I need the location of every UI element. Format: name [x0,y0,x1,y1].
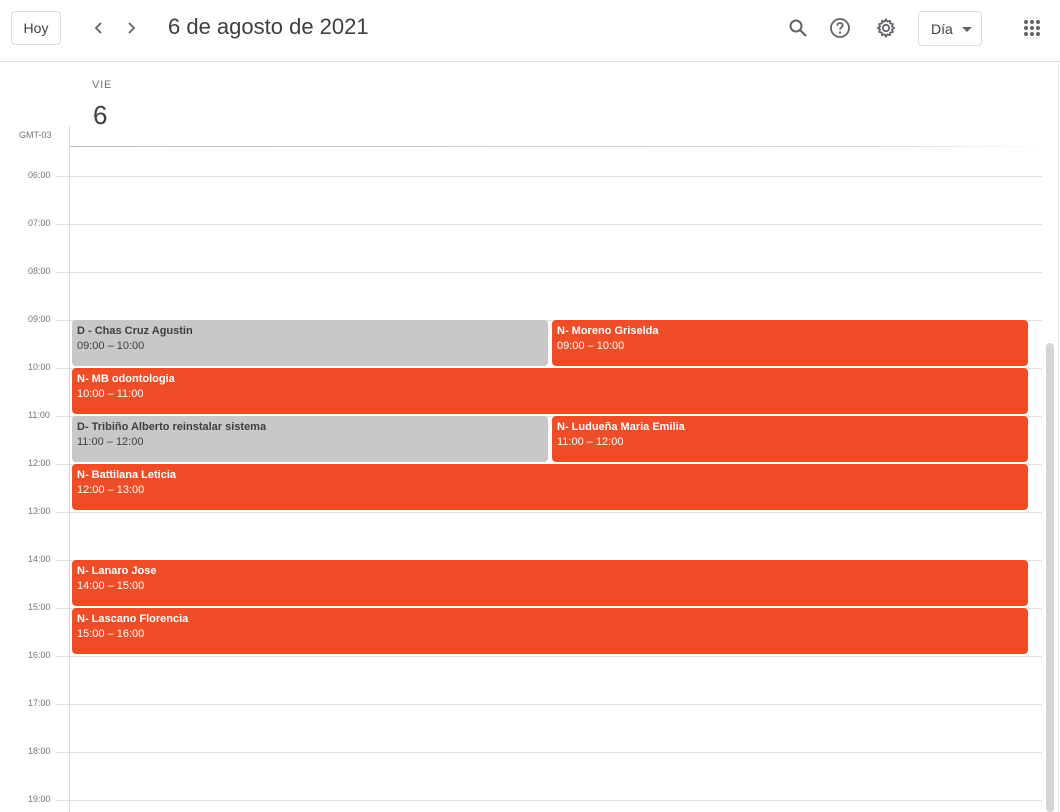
hour-tick [56,272,69,273]
event-title: D - Chas Cruz Agustin [77,325,193,337]
hour-line [70,512,1042,513]
hour-tick [56,416,69,417]
time-column-divider [69,126,70,812]
hour-line [70,272,1042,273]
event-time: 09:00 – 10:00 [557,340,625,352]
calendar-event[interactable]: N- Lascano Florencia 15:00 – 16:00 [72,608,1028,654]
event-title: N- Lanaro Jose [77,565,157,577]
hour-label: 11:00 [28,410,50,420]
calendar-event[interactable]: N- Battilana Leticia 12:00 – 13:00 [72,464,1028,510]
search-button[interactable] [784,14,812,42]
all-day-divider [69,146,1044,147]
hour-line [70,224,1042,225]
hour-line [70,176,1042,177]
hour-label: 14:00 [28,554,51,564]
apps-grid-icon [1024,20,1040,36]
next-day-button[interactable] [118,15,144,41]
event-time: 12:00 – 13:00 [77,484,145,496]
right-edge-divider [1058,62,1059,812]
calendar-event[interactable]: N- Lanaro Jose 14:00 – 15:00 [72,560,1028,606]
calendar-event[interactable]: N- Moreno Griselda 09:00 – 10:00 [552,320,1028,366]
hour-line [70,656,1042,657]
hour-tick [56,704,69,705]
hour-label: 15:00 [28,602,51,612]
weekday-label: VIE [92,79,113,91]
event-title: D- Tribiño Alberto reinstalar sistema [77,421,267,433]
hour-tick [56,320,69,321]
hour-label: 09:00 [28,314,51,324]
event-title: N- Moreno Griselda [557,325,659,337]
view-selector-label: Día [931,20,953,37]
hour-line [70,800,1042,801]
calendar-event[interactable]: N- MB odontologia 10:00 – 11:00 [72,368,1028,414]
hour-label: 17:00 [28,698,51,708]
calendar-event[interactable]: D- Tribiño Alberto reinstalar sistema 11… [72,416,548,462]
hour-label: 08:00 [28,266,51,276]
hour-tick [56,512,69,513]
timezone-label: GMT-03 [19,130,52,140]
hour-label: 18:00 [28,746,51,756]
apps-button[interactable] [1018,14,1046,42]
hour-tick [56,752,69,753]
hour-tick [56,608,69,609]
calendar-event[interactable]: N- Ludueña Maria Emilia 11:00 – 12:00 [552,416,1028,462]
event-title: N- MB odontologia [77,373,175,385]
chevron-right-icon [128,22,136,34]
event-title: N- Ludueña Maria Emilia [557,421,685,433]
hour-tick [56,800,69,801]
event-time: 14:00 – 15:00 [77,580,145,592]
hour-label: 16:00 [28,650,51,660]
hour-tick [56,560,69,561]
search-icon [789,19,807,37]
calendar-event[interactable]: D - Chas Cruz Agustin 09:00 – 10:00 [72,320,548,366]
previous-day-button[interactable] [86,15,112,41]
day-number[interactable]: 6 [93,100,107,131]
hour-tick [56,656,69,657]
settings-button[interactable] [872,14,900,42]
event-time: 11:00 – 12:00 [77,436,144,448]
hour-label: 12:00 [28,458,51,468]
hour-line [70,704,1042,705]
hour-label: 10:00 [28,362,51,372]
view-selector[interactable]: Día [918,11,982,46]
event-time: 11:00 – 12:00 [557,436,624,448]
hour-label: 06:00 [28,170,51,180]
event-time: 10:00 – 11:00 [77,388,144,400]
event-time: 15:00 – 16:00 [77,628,145,640]
hour-tick [56,368,69,369]
hour-label: 07:00 [28,218,51,228]
top-bar: Hoy 6 de agosto de 2021 Día [0,0,1060,62]
event-title: N- Battilana Leticia [77,469,177,481]
caret-down-icon [962,27,972,32]
event-time: 09:00 – 10:00 [77,340,145,352]
chevron-left-icon [94,22,102,34]
gear-icon [876,17,896,39]
hour-line [70,752,1042,753]
hour-label: 13:00 [28,506,51,516]
help-icon [830,18,850,38]
help-button[interactable] [826,14,854,42]
hour-tick [56,224,69,225]
hour-tick [56,464,69,465]
event-title: N- Lascano Florencia [77,613,189,625]
date-title: 6 de agosto de 2021 [168,14,369,39]
hour-tick [56,176,69,177]
hour-label: 19:00 [28,794,51,804]
today-button[interactable]: Hoy [11,11,61,45]
scrollbar-thumb[interactable] [1046,343,1054,812]
